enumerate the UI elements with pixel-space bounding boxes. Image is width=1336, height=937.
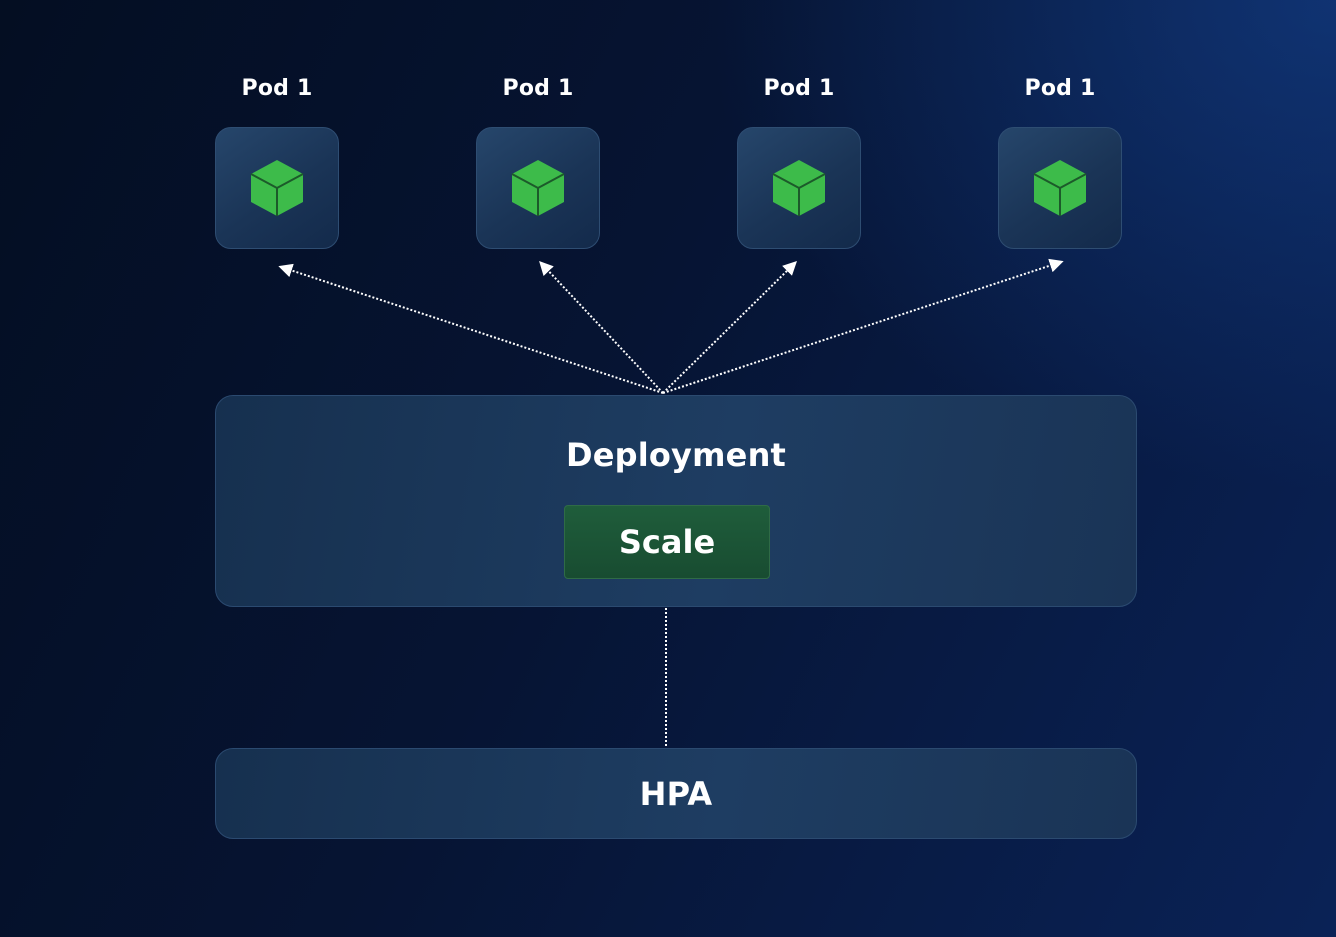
cube-icon	[772, 160, 826, 216]
pod-2[interactable]	[476, 127, 600, 249]
arrow-to-pod-3	[662, 261, 797, 394]
pod-3[interactable]	[737, 127, 861, 249]
pod-label-3: Pod 1	[763, 76, 835, 101]
diagram-canvas: Pod 1 Pod 1 Pod 1 Pod 1 Deployment Scale…	[0, 0, 1336, 937]
hpa-panel[interactable]: HPA	[215, 748, 1137, 839]
cube-icon	[1033, 160, 1087, 216]
deployment-panel[interactable]: Deployment Scale	[215, 395, 1137, 607]
pod-1[interactable]	[215, 127, 339, 249]
hpa-title: HPA	[639, 774, 713, 813]
pod-label-4: Pod 1	[1024, 76, 1096, 101]
arrow-to-pod-2	[539, 260, 664, 394]
pod-label-1: Pod 1	[241, 76, 313, 101]
cube-icon	[250, 160, 304, 216]
deployment-title: Deployment	[565, 436, 787, 474]
scale-button[interactable]: Scale	[564, 505, 770, 579]
cube-icon	[511, 160, 565, 216]
pod-4[interactable]	[998, 127, 1122, 249]
arrow-to-pod-1	[278, 263, 664, 394]
pod-label-2: Pod 1	[502, 76, 574, 101]
arrow-to-pod-4	[662, 258, 1064, 394]
